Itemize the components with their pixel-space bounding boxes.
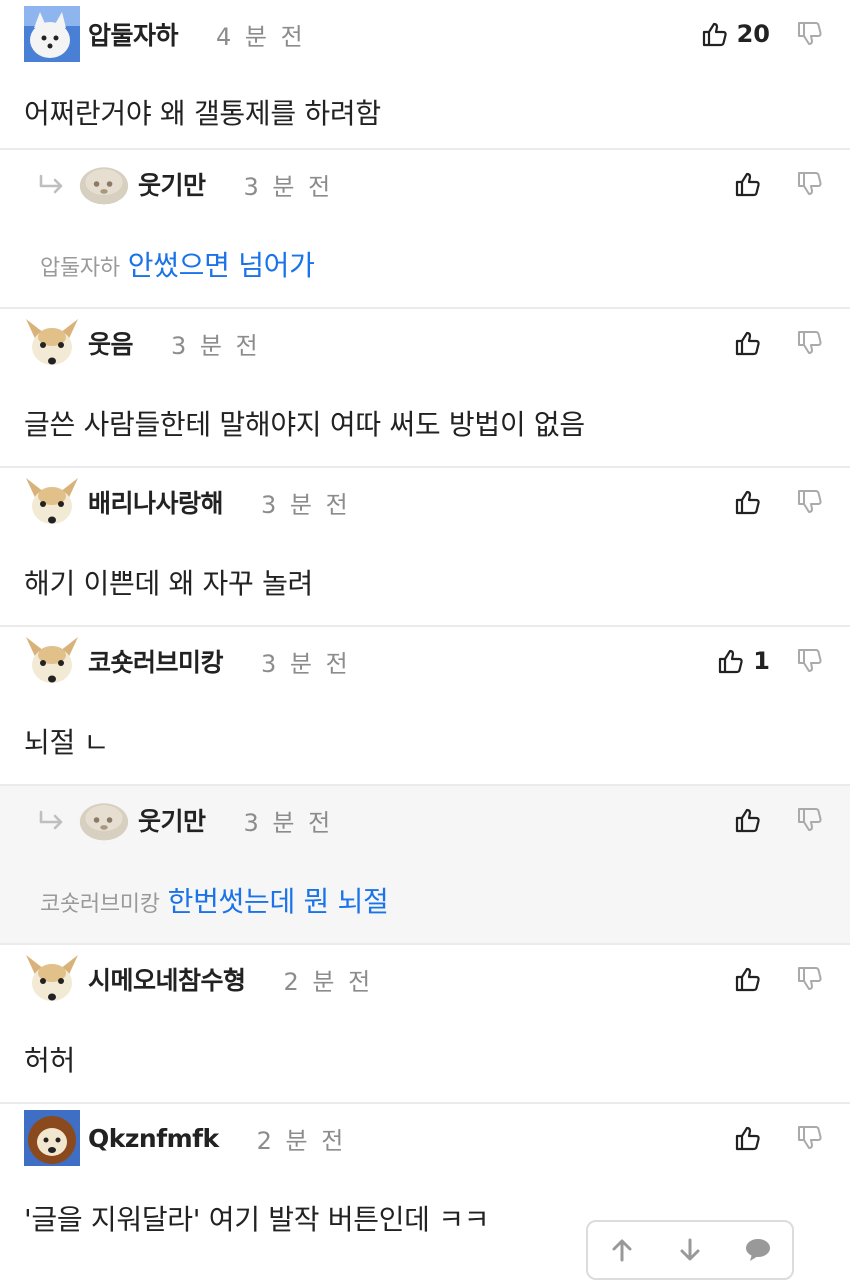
comment-time: 3 분 전	[171, 331, 261, 360]
fox-avatar[interactable]	[24, 474, 80, 530]
reply-item: 웃기만 3 분 전 압둘자하 안썼으면 넘어가	[0, 150, 850, 309]
comment-button[interactable]	[744, 1236, 772, 1264]
reply-arrow-icon	[39, 810, 63, 830]
arrow-up-icon	[612, 1239, 632, 1262]
reply-body: 코숏러브미캉 한번썻는데 뭔 뇌절	[40, 880, 826, 920]
fox-avatar[interactable]	[24, 633, 80, 689]
comment-nickname[interactable]: 코숏러브미캉	[88, 643, 224, 679]
like-button[interactable]	[734, 488, 770, 516]
comment-nickname[interactable]: 시메오네참수형	[88, 961, 246, 997]
comment-nickname[interactable]: 배리나사랑해	[88, 484, 224, 520]
comment-time: 3 분 전	[261, 490, 351, 519]
like-count: 20	[736, 20, 770, 48]
reply-mention[interactable]: 코숏러브미캉	[40, 892, 160, 917]
dislike-button[interactable]	[796, 488, 824, 516]
thumbs-down-icon	[798, 331, 822, 354]
comment-text: 허허	[24, 1044, 75, 1077]
comment-nickname[interactable]: 웃음	[88, 325, 134, 361]
dislike-button[interactable]	[796, 806, 824, 834]
comment-text: 해기 이쁜데 왜 자꾸 놀려	[24, 567, 314, 600]
thumbs-down-icon	[798, 1126, 822, 1149]
scroll-down-button[interactable]	[676, 1236, 704, 1264]
dislike-button[interactable]	[796, 20, 824, 48]
dislike-button[interactable]	[796, 329, 824, 357]
comment-nickname[interactable]: 웃기만	[138, 802, 206, 838]
comment-time: 3 분 전	[243, 808, 334, 837]
dislike-button[interactable]	[796, 965, 824, 993]
comment-nickname[interactable]: 압둘자하	[88, 16, 179, 52]
like-button[interactable]	[734, 1124, 770, 1152]
reply-body: 압둘자하 안썼으면 넘어가	[40, 244, 826, 284]
comment-time: 3 분 전	[261, 649, 351, 678]
comment-item: 웃음 3 분 전 글쓴 사람들한테 말해야지 여따 써도 방법이 없음	[0, 309, 850, 468]
comment-text: 한번썻는데 뭔 뇌절	[167, 885, 389, 918]
thumbs-up-icon	[719, 649, 743, 674]
reply-mention[interactable]: 압둘자하	[40, 256, 120, 281]
lion-avatar[interactable]	[24, 1110, 80, 1166]
like-button[interactable]: 20	[701, 20, 770, 48]
thumbs-down-icon	[798, 808, 822, 831]
blob-avatar[interactable]	[78, 794, 130, 846]
like-button[interactable]	[734, 329, 770, 357]
like-button[interactable]	[734, 806, 770, 834]
thumbs-down-icon	[798, 172, 822, 195]
comment-nickname[interactable]: 웃기만	[138, 166, 206, 202]
like-count: 1	[753, 647, 770, 675]
comment-time: 4 분 전	[216, 22, 306, 51]
dislike-button[interactable]	[796, 1124, 824, 1152]
thumbs-down-icon	[798, 967, 822, 990]
fox-avatar[interactable]	[24, 951, 80, 1007]
thumbs-up-icon	[735, 808, 760, 833]
thumbs-up-icon	[735, 1126, 760, 1151]
like-button[interactable]	[734, 965, 770, 993]
fox-avatar[interactable]	[24, 315, 80, 371]
comment-text: 어쩌란거야 왜 갤통제를 하려함	[24, 97, 381, 130]
reply-item: 웃기만 3 분 전 코숏러브미캉 한번썻는데 뭔 뇌절	[0, 786, 850, 945]
floating-nav	[586, 1220, 794, 1280]
comment-item: 코숏러브미캉 3 분 전 1 뇌절 ㄴ	[0, 627, 850, 786]
comment-item: 배리나사랑해 3 분 전 해기 이쁜데 왜 자꾸 놀려	[0, 468, 850, 627]
comment-item: 압둘자하 4 분 전 20 어쩌란거야 왜 갤통제를 하려함	[0, 0, 850, 150]
like-button[interactable]	[734, 170, 770, 198]
like-button[interactable]: 1	[717, 647, 770, 675]
thumbs-up-icon	[735, 172, 760, 197]
blob-avatar[interactable]	[78, 158, 130, 210]
speech-bubble-icon	[746, 1239, 770, 1261]
arrow-down-icon	[680, 1238, 700, 1261]
comment-time: 2 분 전	[256, 1126, 347, 1155]
comment-text: 글쓴 사람들한테 말해야지 여따 써도 방법이 없음	[24, 408, 585, 441]
thumbs-down-icon	[798, 649, 822, 672]
thumbs-up-icon	[735, 331, 760, 356]
thumbs-down-icon	[798, 490, 822, 513]
scroll-up-button[interactable]	[608, 1236, 636, 1264]
comment-time: 2 분 전	[283, 967, 374, 996]
comment-time: 3 분 전	[243, 172, 334, 201]
comment-nickname[interactable]: Qkznfmfk	[88, 1124, 219, 1153]
thumbs-up-icon	[702, 22, 727, 47]
comment-text: 안썼으면 넘어가	[127, 249, 315, 282]
thumbs-up-icon	[735, 490, 760, 515]
dislike-button[interactable]	[796, 647, 824, 675]
comment-text: 뇌절 ㄴ	[24, 726, 109, 759]
reply-arrow-icon	[39, 174, 63, 194]
dog-avatar[interactable]	[24, 6, 80, 62]
comment-item: 시메오네참수형 2 분 전 허허	[0, 945, 850, 1104]
thumbs-up-icon	[735, 967, 760, 992]
thumbs-down-icon	[798, 22, 822, 45]
dislike-button[interactable]	[796, 170, 824, 198]
